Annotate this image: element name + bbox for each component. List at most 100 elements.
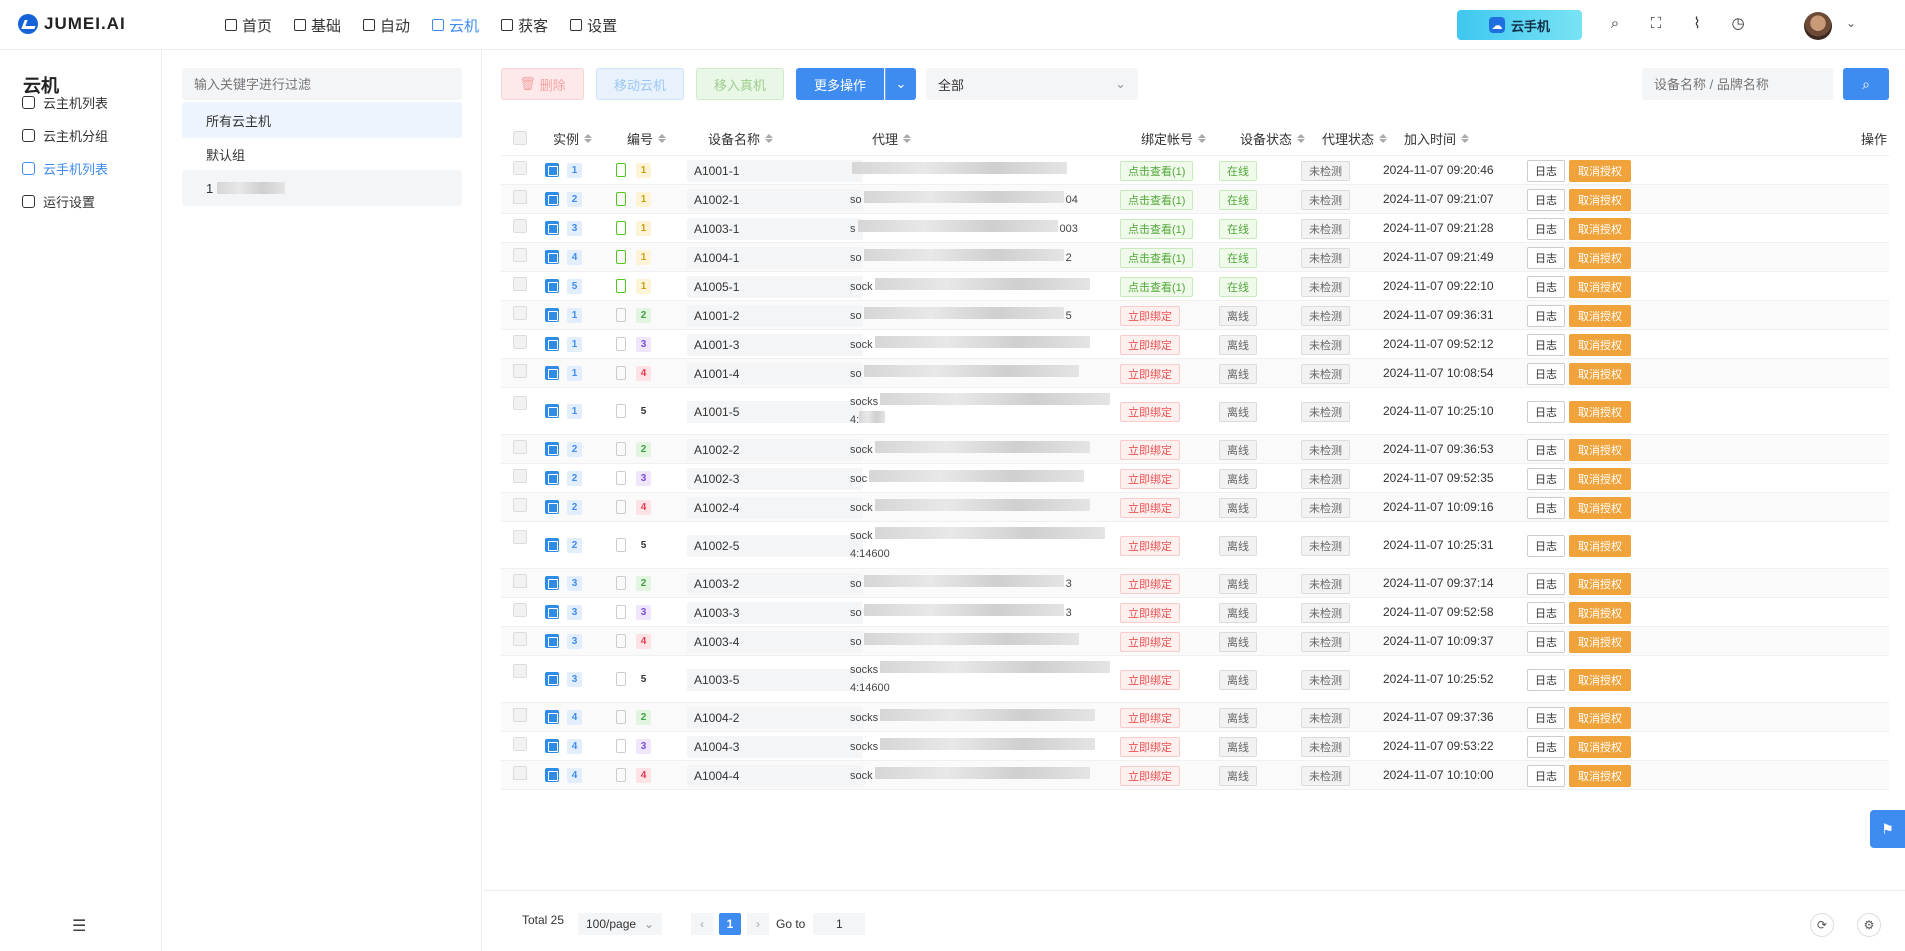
nav-item-0[interactable]: 首页	[214, 0, 283, 50]
sidebar-item-1[interactable]: 云主机分组	[22, 125, 108, 145]
nav-item-5[interactable]: 设置	[559, 0, 628, 50]
device-name[interactable]: A1002-3	[687, 467, 863, 490]
table-row[interactable]: 4 3 A1004-3 socks 立即绑定 离线 未检测 2024-11-07 09:53:…	[501, 732, 1889, 761]
th-proxy[interactable]: 代理	[872, 120, 912, 156]
log-button[interactable]: 日志	[1527, 764, 1565, 787]
fullscreen-icon[interactable]: ⛶	[1647, 14, 1665, 32]
nav-item-1[interactable]: 基础	[283, 0, 352, 50]
device-name[interactable]: A1003-3	[687, 601, 863, 624]
more-actions-dropdown[interactable]: ⌄	[885, 68, 916, 100]
row-checkbox[interactable]	[513, 335, 527, 349]
device-name[interactable]: A1001-3	[687, 333, 863, 356]
device-name[interactable]: A1001-2	[687, 304, 863, 327]
cancel-auth-button[interactable]: 取消授权	[1569, 668, 1631, 691]
row-checkbox[interactable]	[513, 306, 527, 320]
device-name[interactable]: A1003-1	[687, 217, 863, 240]
device-name[interactable]: A1003-2	[687, 572, 863, 595]
log-button[interactable]: 日志	[1527, 304, 1565, 327]
status-filter-select[interactable]: 全部 ⌄	[926, 68, 1138, 100]
cancel-auth-button[interactable]: 取消授权	[1569, 333, 1631, 356]
row-checkbox[interactable]	[513, 498, 527, 512]
log-button[interactable]: 日志	[1527, 668, 1565, 691]
device-name[interactable]: A1003-4	[687, 630, 863, 653]
log-button[interactable]: 日志	[1527, 217, 1565, 240]
cloud-phone-promo-button[interactable]: ☁ 云手机	[1457, 10, 1582, 40]
bind-account-tag[interactable]: 立即绑定	[1120, 305, 1180, 326]
menu-collapse-icon[interactable]: ☰	[72, 916, 86, 936]
move-real-button[interactable]: 移入真机	[696, 68, 784, 100]
move-cloud-button[interactable]: 移动云机	[596, 68, 684, 100]
bind-account-tag[interactable]: 立即绑定	[1120, 669, 1180, 690]
goto-page-input[interactable]: 1	[813, 913, 866, 935]
row-checkbox[interactable]	[513, 737, 527, 751]
table-row[interactable]: 3 4 A1003-4 so 立即绑定 离线 未检测 2024-11-07 10:09:37 日…	[501, 627, 1889, 656]
avatar[interactable]	[1804, 12, 1832, 40]
device-name[interactable]: A1001-4	[687, 362, 863, 385]
cancel-auth-button[interactable]: 取消授权	[1569, 572, 1631, 595]
nav-item-2[interactable]: 自动	[352, 0, 421, 50]
current-page[interactable]: 1	[719, 913, 741, 935]
group-filter-input[interactable]	[182, 68, 462, 100]
row-checkbox[interactable]	[513, 440, 527, 454]
table-row[interactable]: 2 3 A1002-3 soc 立即绑定 离线 未检测 2024-11-07 09:52:35…	[501, 464, 1889, 493]
table-row[interactable]: 3 3 A1003-3 so 3 立即绑定 离线 未检测 2024-11-07 09:52:58…	[501, 598, 1889, 627]
device-name[interactable]: A1002-2	[687, 438, 863, 461]
row-checkbox[interactable]	[513, 632, 527, 646]
cancel-auth-button[interactable]: 取消授权	[1569, 735, 1631, 758]
bind-account-tag[interactable]: 立即绑定	[1120, 401, 1180, 422]
cancel-auth-button[interactable]: 取消授权	[1569, 438, 1631, 461]
log-button[interactable]: 日志	[1527, 333, 1565, 356]
chevron-down-icon[interactable]: ⌄	[1846, 16, 1856, 30]
cancel-auth-button[interactable]: 取消授权	[1569, 217, 1631, 240]
bind-account-tag[interactable]: 立即绑定	[1120, 468, 1180, 489]
bind-account-tag[interactable]: 点击查看(1)	[1120, 276, 1194, 297]
table-row[interactable]: 2 4 A1002-4 sock 立即绑定 离线 未检测 2024-11-07 10:09:1…	[501, 493, 1889, 522]
cancel-auth-button[interactable]: 取消授权	[1569, 467, 1631, 490]
bind-account-tag[interactable]: 立即绑定	[1120, 573, 1180, 594]
th-bind[interactable]: 绑定帐号	[1141, 120, 1207, 156]
table-row[interactable]: 1 1 A1001-1 点击查看(1) 在线 未检测 2024-11-07 09:20:46…	[501, 156, 1889, 185]
clock-icon[interactable]: ◷	[1729, 14, 1747, 32]
log-button[interactable]: 日志	[1527, 467, 1565, 490]
table-row[interactable]: 4 4 A1004-4 sock 立即绑定 离线 未检测 2024-11-07 10:10:0…	[501, 761, 1889, 790]
row-checkbox[interactable]	[513, 190, 527, 204]
settings-icon[interactable]: ⚙	[1857, 913, 1881, 937]
device-name[interactable]: A1004-3	[687, 735, 863, 758]
cancel-auth-button[interactable]: 取消授权	[1569, 630, 1631, 653]
nav-item-3[interactable]: 云机	[421, 0, 490, 50]
th-device-status[interactable]: 设备状态	[1240, 120, 1306, 156]
log-button[interactable]: 日志	[1527, 159, 1565, 182]
bind-account-tag[interactable]: 点击查看(1)	[1120, 218, 1194, 239]
row-checkbox[interactable]	[513, 603, 527, 617]
group-item-0[interactable]: 所有云主机	[182, 102, 462, 138]
bind-account-tag[interactable]: 立即绑定	[1120, 631, 1180, 652]
row-checkbox[interactable]	[513, 766, 527, 780]
table-row[interactable]: 4 2 A1004-2 socks 立即绑定 离线 未检测 2024-11-07 09:37:…	[501, 703, 1889, 732]
log-button[interactable]: 日志	[1527, 362, 1565, 385]
refresh-icon[interactable]: ⟳	[1810, 913, 1834, 937]
device-name[interactable]: A1004-2	[687, 706, 863, 729]
device-name[interactable]: A1002-1	[687, 188, 863, 211]
log-button[interactable]: 日志	[1527, 438, 1565, 461]
bind-account-tag[interactable]: 立即绑定	[1120, 334, 1180, 355]
table-row[interactable]: 3 5 A1003-5 socks 4:14600 立即绑定 离线 未检测 2024-11-07…	[501, 656, 1889, 703]
select-all-checkbox[interactable]	[513, 120, 527, 156]
log-button[interactable]: 日志	[1527, 496, 1565, 519]
device-name[interactable]: A1002-4	[687, 496, 863, 519]
row-checkbox[interactable]	[513, 664, 527, 678]
sidebar-item-0[interactable]: 云主机列表	[22, 92, 108, 112]
row-checkbox[interactable]	[513, 219, 527, 233]
row-checkbox[interactable]	[513, 469, 527, 483]
cancel-auth-button[interactable]: 取消授权	[1569, 534, 1631, 557]
row-checkbox[interactable]	[513, 396, 527, 410]
table-row[interactable]: 2 2 A1002-2 sock 立即绑定 离线 未检测 2024-11-07 09:36:5…	[501, 435, 1889, 464]
group-item-2[interactable]: 1	[182, 170, 462, 206]
log-button[interactable]: 日志	[1527, 601, 1565, 624]
logo[interactable]: JUMEI.AI	[18, 14, 126, 34]
log-button[interactable]: 日志	[1527, 534, 1565, 557]
floating-help-button[interactable]: ⚑	[1870, 810, 1905, 848]
cancel-auth-button[interactable]: 取消授权	[1569, 400, 1631, 423]
th-number[interactable]: 编号	[627, 120, 667, 156]
page-size-select[interactable]: 100/page ⌄	[578, 913, 662, 935]
table-row[interactable]: 2 5 A1002-5 sock 4:14600 立即绑定 离线 未检测 2024-11-07 …	[501, 522, 1889, 569]
